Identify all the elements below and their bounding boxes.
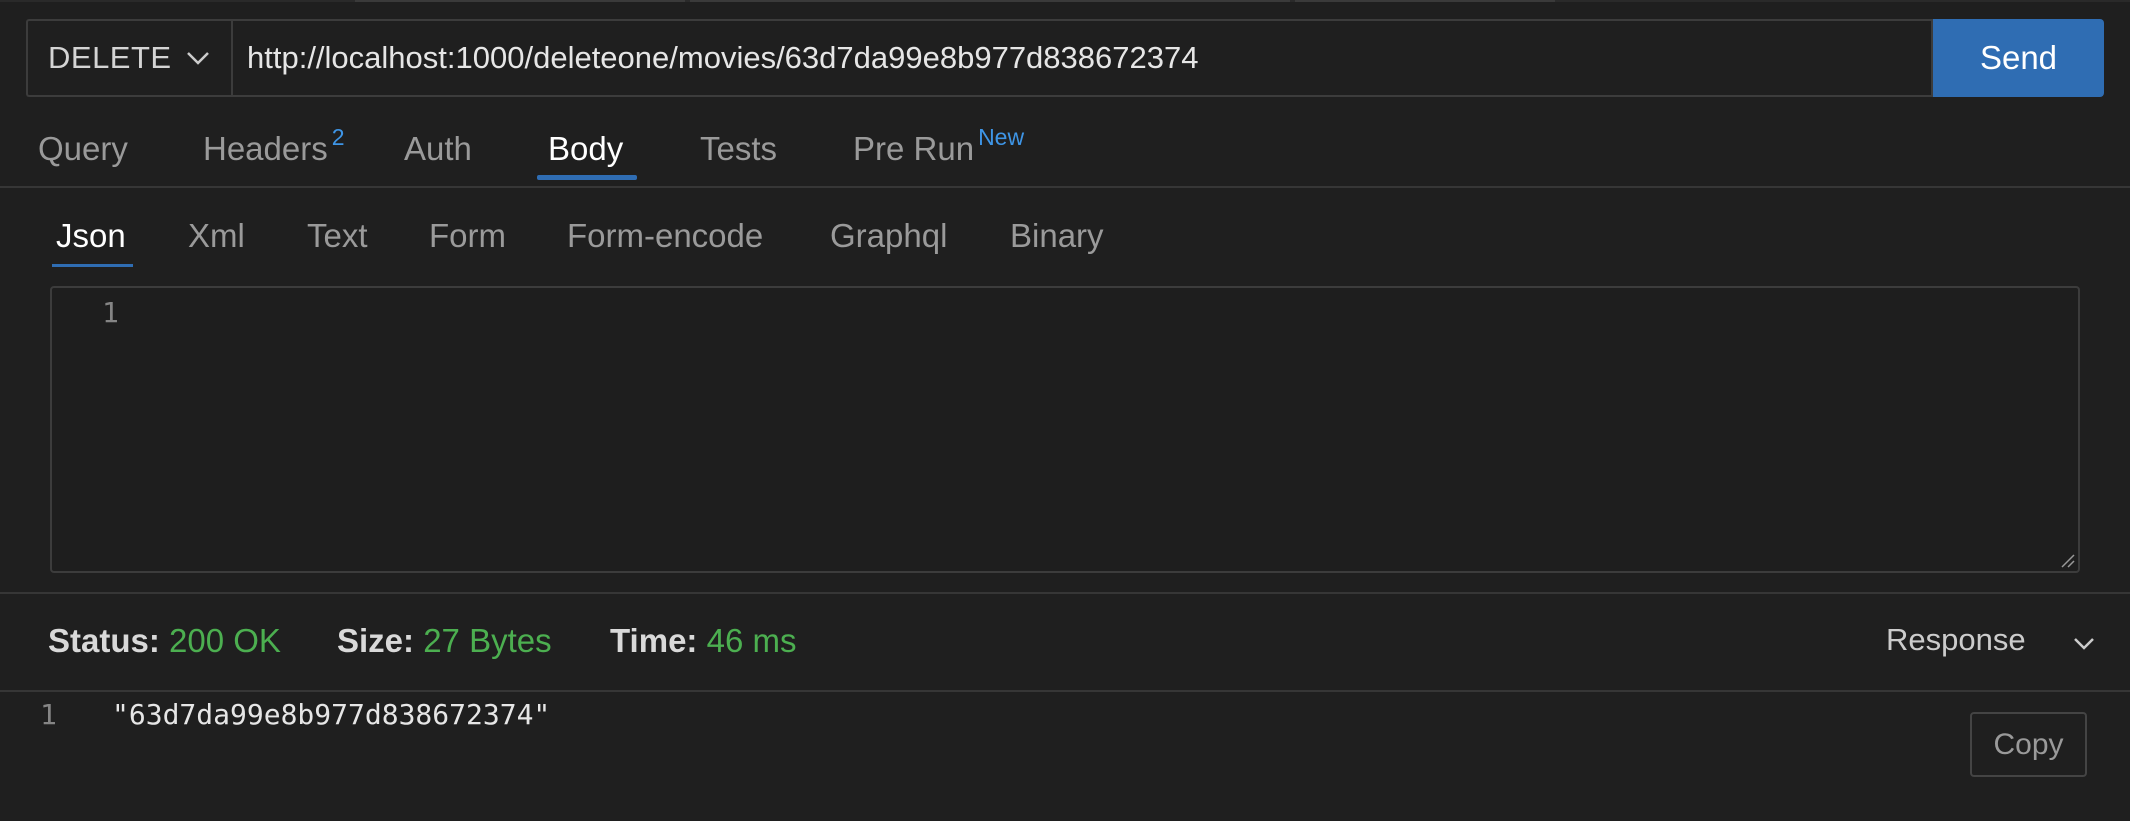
chevron-down-icon bbox=[187, 52, 209, 65]
new-badge: New bbox=[978, 124, 1025, 150]
active-subtab-indicator bbox=[52, 264, 133, 267]
body-tab-binary[interactable]: Binary bbox=[1010, 217, 1104, 255]
tab-body[interactable]: Body bbox=[548, 130, 623, 168]
time-value: 46 ms bbox=[706, 622, 797, 659]
method-select[interactable]: DELETE bbox=[26, 19, 231, 97]
response-line-number: 1 bbox=[40, 698, 57, 731]
body-tab-xml[interactable]: Xml bbox=[188, 217, 245, 255]
tab-query[interactable]: Query bbox=[38, 130, 128, 168]
tab-tests[interactable]: Tests bbox=[700, 130, 777, 168]
tab-pre-run[interactable]: Pre Run New bbox=[853, 124, 1024, 168]
size-info: Size: 27 Bytes bbox=[337, 622, 552, 660]
request-tabs: Query Headers 2 Auth Body Tests Pre Run Ne… bbox=[0, 118, 2130, 188]
method-label: DELETE bbox=[48, 40, 172, 75]
window-top-edge bbox=[0, 0, 2130, 2]
response-divider bbox=[0, 690, 2130, 692]
response-view-label: Response bbox=[1886, 622, 2026, 657]
section-divider bbox=[0, 592, 2130, 594]
body-tab-form-encode[interactable]: Form-encode bbox=[567, 217, 763, 255]
chevron-down-icon bbox=[2074, 638, 2094, 650]
tab-auth[interactable]: Auth bbox=[404, 130, 472, 168]
tab-headers[interactable]: Headers 2 bbox=[203, 124, 345, 168]
size-value: 27 Bytes bbox=[423, 622, 552, 659]
body-tab-json[interactable]: Json bbox=[56, 217, 126, 255]
response-view-select[interactable]: Response bbox=[1886, 622, 2094, 658]
headers-count-badge: 2 bbox=[331, 124, 345, 150]
body-tab-text[interactable]: Text bbox=[307, 217, 368, 255]
resize-handle-icon[interactable] bbox=[2059, 552, 2075, 568]
active-tab-indicator bbox=[537, 175, 637, 180]
send-button[interactable]: Send bbox=[1933, 19, 2104, 97]
tab-pre-run-label: Pre Run bbox=[853, 130, 975, 167]
time-label: Time: bbox=[610, 622, 698, 659]
response-body-text: "63d7da99e8b977d838672374" bbox=[112, 698, 551, 731]
tab-auth-label: Auth bbox=[404, 130, 472, 167]
tab-headers-label: Headers bbox=[203, 130, 328, 167]
copy-button[interactable]: Copy bbox=[1970, 712, 2087, 777]
body-tab-graphql[interactable]: Graphql bbox=[830, 217, 947, 255]
body-tab-form[interactable]: Form bbox=[429, 217, 506, 255]
size-label: Size: bbox=[337, 622, 415, 659]
status-value: 200 OK bbox=[169, 622, 281, 659]
tab-tests-label: Tests bbox=[700, 130, 778, 167]
url-input[interactable] bbox=[231, 19, 1933, 97]
status-info: Status: 200 OK bbox=[48, 622, 281, 660]
body-editor[interactable]: 1 bbox=[50, 286, 2080, 573]
editor-line-number: 1 bbox=[102, 296, 119, 329]
tab-query-label: Query bbox=[38, 130, 128, 167]
time-info: Time: 46 ms bbox=[610, 622, 796, 660]
tab-body-label: Body bbox=[548, 130, 624, 167]
status-label: Status: bbox=[48, 622, 160, 659]
